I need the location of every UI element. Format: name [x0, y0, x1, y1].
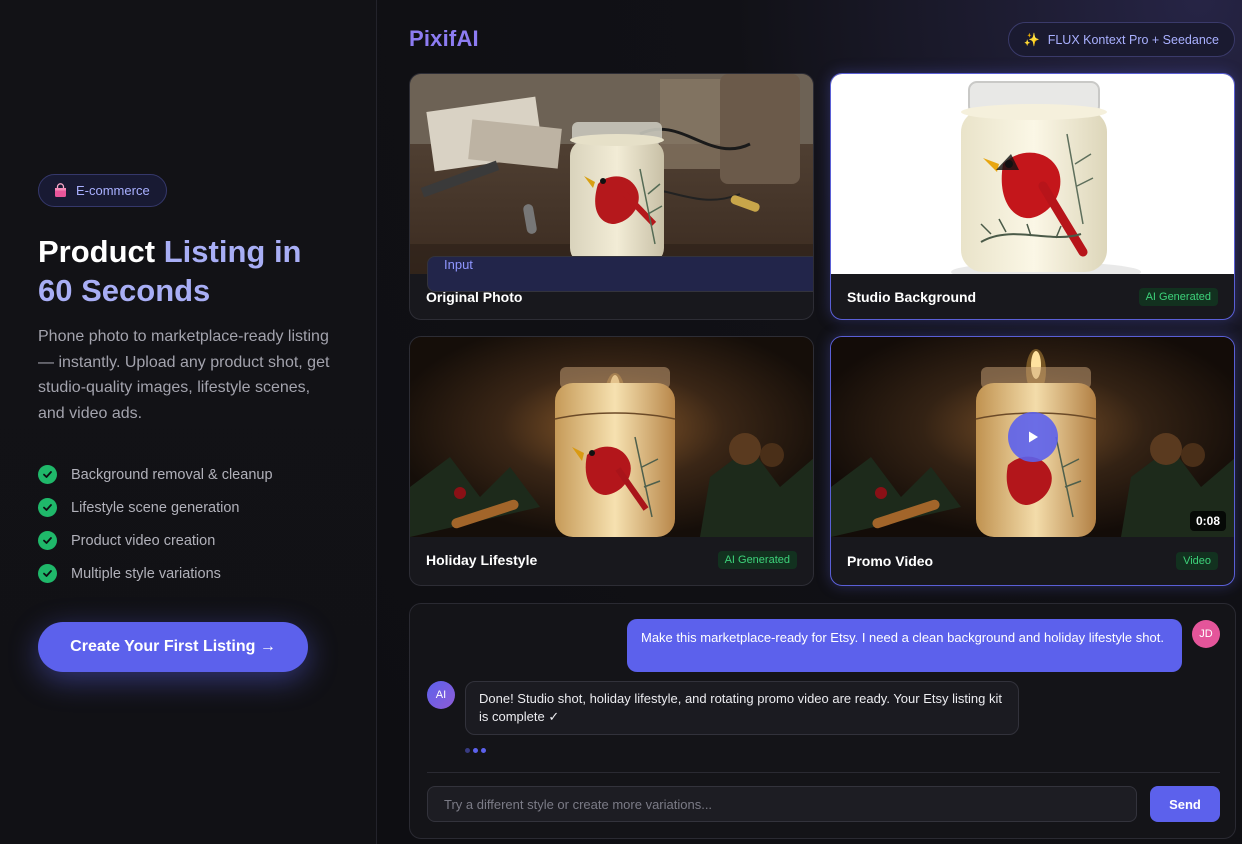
card-title: Studio Background: [847, 288, 977, 305]
check-icon: [38, 465, 57, 484]
category-badge-label: E-commerce: [76, 183, 150, 198]
chat-divider: [427, 772, 1220, 773]
card-tag: Input: [427, 256, 813, 292]
hero-title-part-3: 60 Seconds: [38, 273, 211, 308]
model-pill-label: FLUX Kontext Pro + Seedance: [1047, 32, 1219, 47]
model-pill[interactable]: ✨ FLUX Kontext Pro + Seedance: [1007, 22, 1235, 57]
play-button[interactable]: [1007, 412, 1058, 462]
feature-label: Multiple style variations: [71, 565, 221, 582]
typing-dot: [465, 748, 470, 753]
card-title: Promo Video: [847, 553, 934, 569]
feature-label: Lifestyle scene generation: [71, 499, 240, 516]
card-footer: Promo Video Video: [831, 537, 1234, 585]
promo-video-thumbnail: 0:08: [831, 337, 1234, 537]
feature-item: Product video creation: [38, 524, 273, 557]
user-message: Make this marketplace-ready for Etsy. I …: [627, 619, 1182, 672]
play-icon: [1028, 431, 1038, 443]
user-avatar: JD: [1192, 620, 1220, 648]
feature-list: Background removal & cleanup Lifestyle s…: [38, 458, 273, 590]
category-badge: E-commerce: [38, 174, 167, 207]
card-original-photo[interactable]: Original Photo Input: [409, 73, 814, 320]
ai-message: Done! Studio shot, holiday lifestyle, an…: [465, 681, 1019, 735]
card-studio-background[interactable]: Studio Background AI Generated: [830, 73, 1235, 320]
card-tag: Video: [1176, 552, 1218, 570]
send-button[interactable]: Send: [1150, 786, 1220, 822]
check-icon: [38, 564, 57, 583]
card-promo-video[interactable]: 0:08 Promo Video Video: [830, 336, 1235, 586]
chat-input[interactable]: [427, 786, 1137, 822]
card-footer: Holiday Lifestyle AI Generated: [410, 537, 813, 582]
workspace-panel: PixifAI ✨ FLUX Kontext Pro + Seedance Or…: [377, 0, 1242, 844]
hero-panel: E-commerce Product Listing in 60 Seconds…: [0, 0, 377, 844]
ai-avatar: AI: [427, 681, 455, 709]
card-tag: AI Generated: [1138, 287, 1218, 306]
check-icon: [38, 531, 57, 550]
create-listing-button[interactable]: Create Your First Listing →: [38, 622, 308, 672]
feature-label: Product video creation: [71, 532, 216, 549]
typing-dot: [481, 748, 486, 753]
typing-dot: [473, 748, 478, 753]
original-photo-image: [410, 74, 813, 274]
card-title: Holiday Lifestyle: [426, 551, 538, 568]
hero-title: Product Listing in 60 Seconds: [38, 232, 358, 310]
card-footer: Studio Background AI Generated: [831, 274, 1234, 319]
feature-item: Background removal & cleanup: [38, 458, 273, 491]
typing-indicator: [465, 748, 486, 753]
hero-title-part-1: Product: [38, 234, 164, 269]
app-logo[interactable]: PixifAI: [409, 26, 479, 52]
card-tag: AI Generated: [717, 550, 797, 569]
feature-label: Background removal & cleanup: [71, 466, 273, 483]
card-footer: Original Photo Input: [410, 256, 813, 319]
feature-item: Multiple style variations: [38, 557, 273, 590]
studio-background-image: [831, 74, 1234, 274]
check-icon: [38, 498, 57, 517]
feature-item: Lifestyle scene generation: [38, 491, 273, 524]
card-holiday-lifestyle[interactable]: Holiday Lifestyle AI Generated: [409, 336, 814, 586]
hero-title-part-2: Listing in: [163, 234, 302, 269]
sparkles-icon: ✨: [1023, 31, 1040, 47]
shopping-bag-icon: [53, 183, 68, 198]
chat-panel: Make this marketplace-ready for Etsy. I …: [409, 603, 1236, 839]
video-duration: 0:08: [1189, 511, 1226, 531]
holiday-lifestyle-image: [410, 337, 813, 537]
hero-description: Phone photo to marketplace-ready listing…: [38, 328, 330, 422]
app-root: E-commerce Product Listing in 60 Seconds…: [0, 0, 1242, 844]
